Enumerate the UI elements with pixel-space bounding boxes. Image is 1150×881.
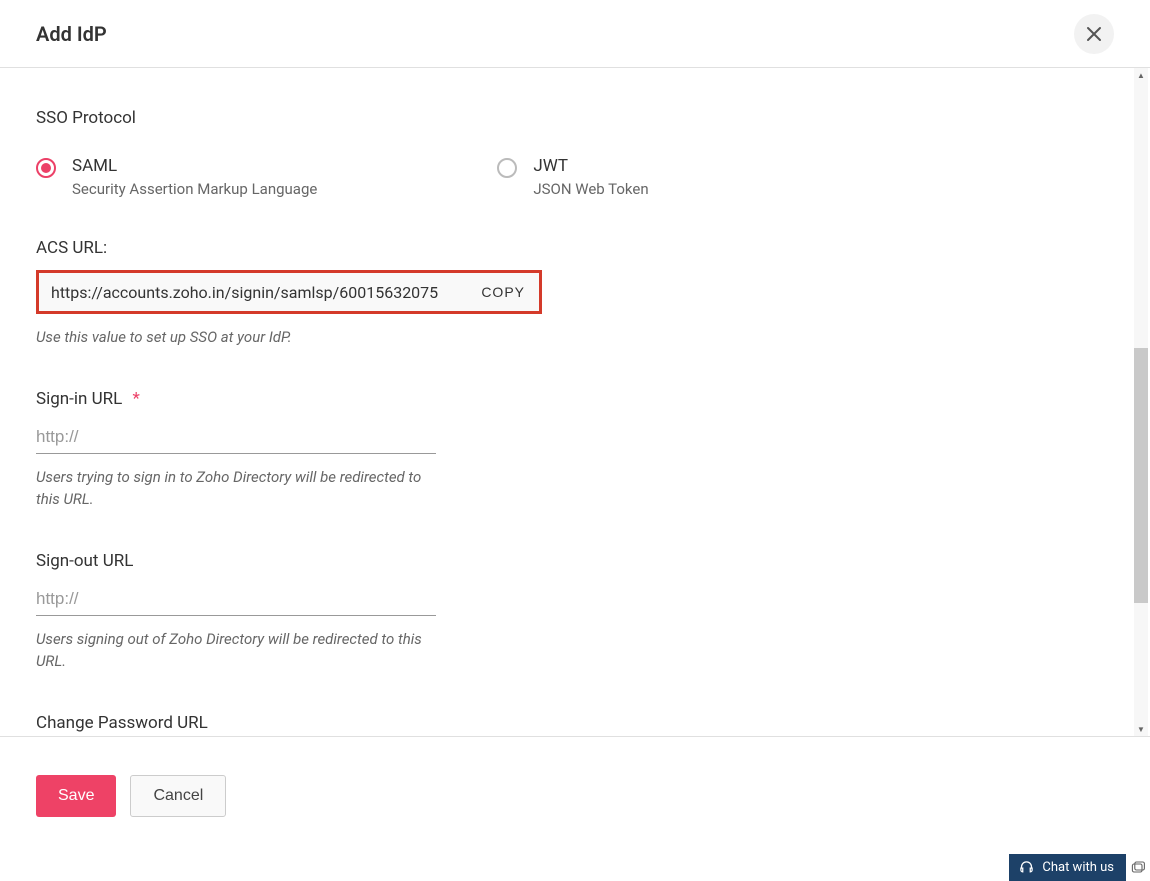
required-star-icon: * — [132, 389, 139, 409]
close-button[interactable] — [1074, 14, 1114, 54]
acs-url-label: ACS URL: — [36, 238, 1098, 258]
scroll-up-icon[interactable]: ▲ — [1134, 68, 1148, 82]
acs-url-help: Use this value to set up SSO at your IdP… — [36, 326, 436, 349]
radio-option-jwt[interactable]: JWT JSON Web Token — [497, 156, 648, 198]
radio-title-saml: SAML — [72, 156, 317, 176]
chat-widget[interactable]: Chat with us — [1009, 854, 1126, 881]
radio-subtitle-saml: Security Assertion Markup Language — [72, 180, 317, 198]
signin-url-label-text: Sign-in URL — [36, 389, 122, 409]
scroll-down-icon[interactable]: ▼ — [1134, 722, 1148, 736]
signin-url-label: Sign-in URL * — [36, 389, 1098, 409]
signout-url-label: Sign-out URL — [36, 551, 1098, 571]
field-acs-url: ACS URL: https://accounts.zoho.in/signin… — [36, 238, 1098, 349]
acs-url-value[interactable]: https://accounts.zoho.in/signin/samlsp/6… — [39, 283, 467, 302]
cancel-button[interactable]: Cancel — [130, 775, 226, 817]
radio-title-jwt: JWT — [533, 156, 648, 176]
sso-protocol-label: SSO Protocol — [36, 108, 1098, 128]
radio-subtitle-jwt: JSON Web Token — [533, 180, 648, 198]
modal-body-wrap: SSO Protocol SAML Security Assertion Mar… — [0, 68, 1150, 736]
signout-url-input[interactable] — [36, 583, 436, 616]
radio-icon — [497, 158, 517, 178]
acs-url-box: https://accounts.zoho.in/signin/samlsp/6… — [36, 270, 542, 314]
field-changepw-url: Change Password URL — [36, 713, 1098, 737]
save-button[interactable]: Save — [36, 775, 116, 817]
close-icon — [1086, 26, 1102, 42]
scrollbar[interactable]: ▲ ▼ — [1134, 68, 1148, 736]
copy-button[interactable]: COPY — [467, 273, 539, 311]
radio-text: SAML Security Assertion Markup Language — [72, 156, 317, 198]
radio-option-saml[interactable]: SAML Security Assertion Markup Language — [36, 156, 317, 198]
signout-url-help: Users signing out of Zoho Directory will… — [36, 628, 436, 673]
changepw-url-label: Change Password URL — [36, 713, 1098, 733]
stack-icon[interactable] — [1128, 858, 1148, 878]
scrollbar-thumb[interactable] — [1134, 348, 1148, 603]
modal-title: Add IdP — [36, 22, 107, 46]
field-signout-url: Sign-out URL Users signing out of Zoho D… — [36, 551, 1098, 673]
headset-icon — [1019, 860, 1034, 875]
sso-protocol-options: SAML Security Assertion Markup Language … — [36, 156, 1098, 198]
field-signin-url: Sign-in URL * Users trying to sign in to… — [36, 389, 1098, 511]
radio-icon — [36, 158, 56, 178]
radio-text: JWT JSON Web Token — [533, 156, 648, 198]
modal-body: SSO Protocol SAML Security Assertion Mar… — [0, 68, 1134, 736]
modal-header: Add IdP — [0, 0, 1150, 68]
modal-footer: Save Cancel — [0, 736, 1150, 854]
signin-url-input[interactable] — [36, 421, 436, 454]
signin-url-help: Users trying to sign in to Zoho Director… — [36, 466, 436, 511]
chat-widget-label: Chat with us — [1042, 860, 1114, 875]
